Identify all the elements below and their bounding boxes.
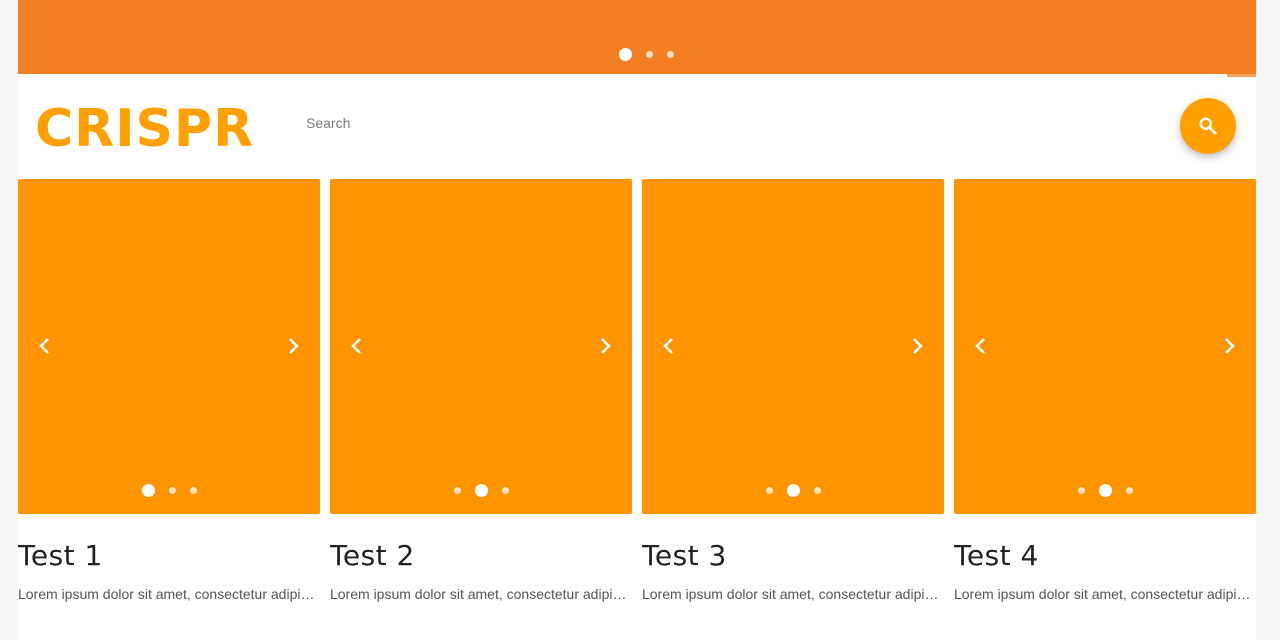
carousel-dot-2[interactable] (168, 486, 176, 494)
card-description: Lorem ipsum dolor sit amet, consectetur … (954, 586, 1256, 602)
banner-pagination (18, 47, 1256, 61)
card-4: Test 4 Lorem ipsum dolor sit amet, conse… (954, 179, 1256, 640)
search-input[interactable] (298, 107, 1158, 139)
search-button[interactable] (1180, 98, 1236, 154)
chevron-right-icon (909, 336, 925, 356)
card-1: Test 1 Lorem ipsum dolor sit amet, conse… (18, 179, 320, 640)
card-carousel (642, 179, 944, 514)
carousel-dot-2[interactable] (786, 483, 800, 497)
carousel-pagination (18, 483, 320, 497)
carousel-dot-1[interactable] (1077, 486, 1085, 494)
card-carousel (18, 179, 320, 514)
card-carousel (954, 179, 1256, 514)
card-description: Lorem ipsum dolor sit amet, consectetur … (642, 586, 944, 602)
carousel-prev-button[interactable] (30, 331, 60, 361)
card-title[interactable]: Test 4 (954, 539, 1039, 573)
carousel-dot-1[interactable] (453, 486, 461, 494)
card-2: Test 2 Lorem ipsum dolor sit amet, conse… (330, 179, 632, 640)
card-title[interactable]: Test 3 (642, 539, 727, 573)
carousel-prev-button[interactable] (342, 331, 372, 361)
carousel-next-button[interactable] (590, 331, 620, 361)
carousel-dot-3[interactable] (813, 486, 821, 494)
card-description: Lorem ipsum dolor sit amet, consectetur … (330, 586, 632, 602)
chevron-left-icon (349, 336, 365, 356)
carousel-dot-1[interactable] (141, 483, 155, 497)
chevron-left-icon (661, 336, 677, 356)
carousel-prev-button[interactable] (654, 331, 684, 361)
hero-banner (18, 0, 1256, 74)
chevron-right-icon (285, 336, 301, 356)
card-3: Test 3 Lorem ipsum dolor sit amet, conse… (642, 179, 944, 640)
chevron-left-icon (37, 336, 53, 356)
chevron-right-icon (597, 336, 613, 356)
carousel-dot-1[interactable] (765, 486, 773, 494)
logo[interactable]: CRISPR (35, 101, 254, 157)
carousel-next-button[interactable] (278, 331, 308, 361)
header: CRISPR (18, 77, 1256, 177)
carousel-dot-3[interactable] (189, 486, 197, 494)
banner-dot-2[interactable] (646, 50, 653, 58)
page: CRISPR Search Test 1 Lorem ipsum dolor s… (18, 0, 1256, 640)
card-carousel (330, 179, 632, 514)
chevron-left-icon (973, 336, 989, 356)
search-icon (1197, 115, 1219, 137)
chevron-right-icon (1221, 336, 1237, 356)
card-grid: Test 1 Lorem ipsum dolor sit amet, conse… (18, 179, 1256, 640)
card-title[interactable]: Test 1 (18, 539, 103, 573)
carousel-dot-2[interactable] (1098, 483, 1112, 497)
carousel-pagination (330, 483, 632, 497)
banner-dot-1[interactable] (619, 47, 632, 61)
carousel-pagination (642, 483, 944, 497)
carousel-pagination (954, 483, 1256, 497)
carousel-dot-3[interactable] (501, 486, 509, 494)
carousel-dot-3[interactable] (1125, 486, 1133, 494)
carousel-dot-2[interactable] (474, 483, 488, 497)
banner-dot-3[interactable] (667, 50, 674, 58)
carousel-prev-button[interactable] (966, 331, 996, 361)
card-title[interactable]: Test 2 (330, 539, 415, 573)
carousel-next-button[interactable] (1214, 331, 1244, 361)
card-description: Lorem ipsum dolor sit amet, consectetur … (18, 586, 320, 602)
carousel-next-button[interactable] (902, 331, 932, 361)
